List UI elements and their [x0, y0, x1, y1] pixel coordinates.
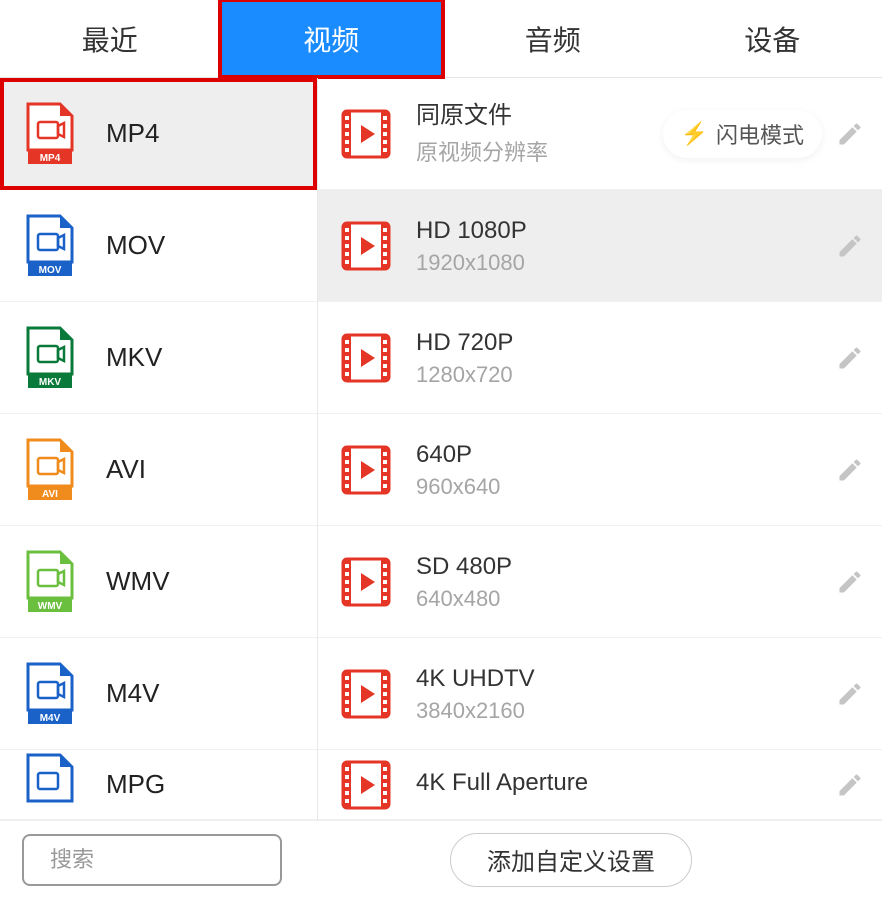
resolution-item-480p[interactable]: SD 480P 640x480	[318, 526, 882, 638]
format-item-avi[interactable]: AVI AVI	[0, 414, 317, 526]
resolution-title: SD 480P	[416, 551, 836, 582]
resolution-sub: 1920x1080	[416, 250, 836, 276]
format-label: MKV	[106, 342, 162, 373]
svg-text:MKV: MKV	[39, 377, 62, 388]
tab-device[interactable]: 设备	[663, 0, 882, 77]
format-item-mp4[interactable]: MP4 MP4	[0, 78, 317, 190]
lightning-mode-badge[interactable]: ⚡ 闪电模式	[663, 110, 822, 158]
resolution-list: 同原文件 原视频分辨率 ⚡ 闪电模式 HD 1080P 1920x1080	[318, 78, 882, 820]
resolution-text: 4K Full Aperture	[416, 767, 836, 802]
resolution-text: SD 480P 640x480	[416, 551, 836, 612]
resolution-text: HD 1080P 1920x1080	[416, 215, 836, 276]
svg-text:MP4: MP4	[40, 153, 61, 164]
resolution-text: HD 720P 1280x720	[416, 327, 836, 388]
resolution-title: 4K UHDTV	[416, 663, 836, 694]
edit-icon[interactable]	[836, 771, 864, 799]
video-play-icon	[340, 332, 392, 384]
resolution-sub: 960x640	[416, 474, 836, 500]
format-item-mov[interactable]: MOV MOV	[0, 190, 317, 302]
add-custom-button[interactable]: 添加自定义设置	[450, 833, 692, 887]
resolution-item-4k-uhdtv[interactable]: 4K UHDTV 3840x2160	[318, 638, 882, 750]
format-item-mkv[interactable]: MKV MKV	[0, 302, 317, 414]
edit-icon[interactable]	[836, 344, 864, 372]
edit-icon[interactable]	[836, 456, 864, 484]
lightning-label: 闪电模式	[716, 118, 804, 150]
video-play-icon	[340, 444, 392, 496]
resolution-sub: 640x480	[416, 586, 836, 612]
file-mpg-icon	[24, 753, 76, 817]
resolution-text: 同原文件 原视频分辨率	[416, 100, 663, 167]
format-label: WMV	[106, 566, 170, 597]
tab-audio[interactable]: 音频	[443, 0, 663, 77]
search-box[interactable]	[22, 834, 282, 886]
video-play-icon	[340, 108, 392, 160]
resolution-title: HD 720P	[416, 327, 836, 358]
content-body: MP4 MP4 MOV MOV	[0, 78, 882, 820]
format-list: MP4 MP4 MOV MOV	[0, 78, 318, 820]
file-mov-icon: MOV	[24, 214, 76, 278]
format-item-m4v[interactable]: M4V M4V	[0, 638, 317, 750]
resolution-sub: 3840x2160	[416, 698, 836, 724]
resolution-text: 4K UHDTV 3840x2160	[416, 663, 836, 724]
tab-recent[interactable]: 最近	[0, 0, 220, 77]
lightning-icon: ⚡	[681, 121, 708, 147]
video-play-icon	[340, 220, 392, 272]
resolution-item-720p[interactable]: HD 720P 1280x720	[318, 302, 882, 414]
file-avi-icon: AVI	[24, 438, 76, 502]
resolution-title: 同原文件	[416, 100, 663, 131]
resolution-title: HD 1080P	[416, 215, 836, 246]
svg-text:MOV: MOV	[39, 265, 62, 276]
file-mkv-icon: MKV	[24, 326, 76, 390]
svg-text:AVI: AVI	[42, 489, 58, 500]
resolution-item-source[interactable]: 同原文件 原视频分辨率 ⚡ 闪电模式	[318, 78, 882, 190]
format-item-mpg[interactable]: MPG	[0, 750, 317, 820]
resolution-item-640p[interactable]: 640P 960x640	[318, 414, 882, 526]
format-item-wmv[interactable]: WMV WMV	[0, 526, 317, 638]
video-play-icon	[340, 759, 392, 811]
resolution-item-4k-full-aperture[interactable]: 4K Full Aperture	[318, 750, 882, 820]
edit-icon[interactable]	[836, 568, 864, 596]
file-wmv-icon: WMV	[24, 550, 76, 614]
format-label: MOV	[106, 230, 165, 261]
resolution-sub: 原视频分辨率	[416, 135, 663, 167]
resolution-item-1080p[interactable]: HD 1080P 1920x1080	[318, 190, 882, 302]
tabs-bar: 最近 视频 音频 设备	[0, 0, 882, 78]
svg-text:WMV: WMV	[38, 601, 63, 612]
format-label: AVI	[106, 454, 146, 485]
resolution-title: 4K Full Aperture	[416, 767, 836, 798]
edit-icon[interactable]	[836, 232, 864, 260]
tab-video[interactable]: 视频	[218, 0, 446, 79]
edit-icon[interactable]	[836, 120, 864, 148]
footer-bar: 添加自定义设置	[0, 820, 882, 898]
file-mp4-icon: MP4	[24, 102, 76, 166]
video-play-icon	[340, 668, 392, 720]
svg-text:M4V: M4V	[40, 713, 61, 724]
format-label: MP4	[106, 118, 159, 149]
search-input[interactable]	[50, 847, 338, 873]
resolution-sub: 1280x720	[416, 362, 836, 388]
file-m4v-icon: M4V	[24, 662, 76, 726]
edit-icon[interactable]	[836, 680, 864, 708]
video-play-icon	[340, 556, 392, 608]
format-label: M4V	[106, 678, 159, 709]
resolution-text: 640P 960x640	[416, 439, 836, 500]
resolution-title: 640P	[416, 439, 836, 470]
format-label: MPG	[106, 769, 165, 800]
